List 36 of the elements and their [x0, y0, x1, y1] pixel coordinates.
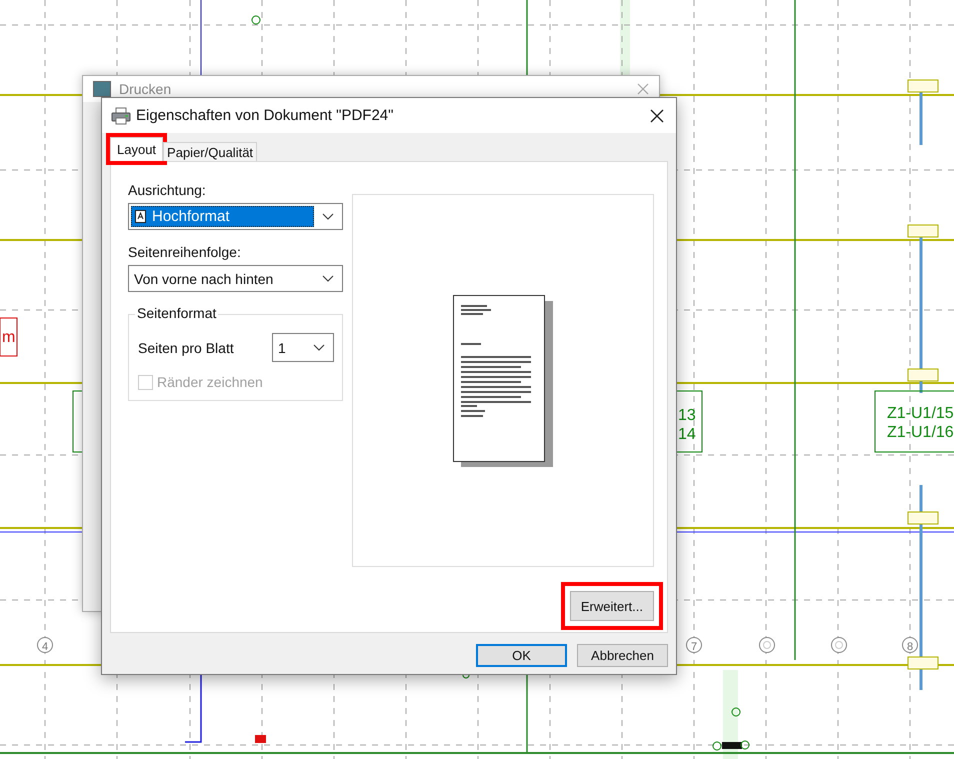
page-order-dropdown[interactable]: Von vorne nach hinten — [128, 265, 343, 292]
window-title: Drucken — [119, 81, 172, 97]
chevron-down-icon — [313, 344, 325, 351]
drawing-label: 14 — [678, 426, 696, 443]
cancel-button[interactable]: Abbrechen — [577, 644, 668, 667]
tag-marker — [908, 512, 938, 524]
drawing-label: Z1-U1/15 — [887, 405, 954, 422]
grid-marker: 4 — [37, 637, 53, 653]
ok-button[interactable]: OK — [476, 644, 567, 667]
drawing-label: m — [2, 329, 16, 346]
tab[interactable]: Papier/Qualität — [163, 142, 258, 161]
fixture-icon — [712, 742, 722, 750]
drawing-label: 13 — [678, 407, 696, 424]
grid-marker — [831, 637, 847, 653]
fixture-icon — [732, 708, 740, 716]
component-icon — [722, 742, 742, 749]
marker-icon — [255, 735, 266, 743]
group-legend: Seitenformat — [135, 305, 218, 321]
fixture-icon — [252, 16, 260, 24]
checkbox-label: Ränder zeichnen — [157, 374, 263, 390]
label-frame — [0, 318, 18, 356]
page-order-label: Seitenreihenfolge: — [128, 244, 242, 260]
chevron-down-icon — [322, 213, 334, 220]
grid-marker: 7 — [686, 637, 702, 653]
grid-marker — [759, 637, 775, 653]
window-title: Eigenschaften von Dokument "PDF24" — [136, 107, 394, 124]
orientation-label: Ausrichtung: — [128, 182, 207, 198]
fixture-icon — [740, 740, 750, 750]
orientation-dropdown[interactable]: Hochformat — [128, 203, 343, 230]
chevron-down-icon — [322, 275, 334, 282]
grid-marker: 8 — [902, 637, 918, 653]
page-icon — [135, 210, 146, 223]
pages-per-sheet-dropdown[interactable]: 1 — [272, 333, 334, 362]
drawing-label: Z1-U1/16 — [887, 424, 954, 441]
advanced-button[interactable]: Erweitert... — [570, 591, 654, 621]
pages-per-sheet-label: Seiten pro Blatt — [138, 340, 234, 356]
